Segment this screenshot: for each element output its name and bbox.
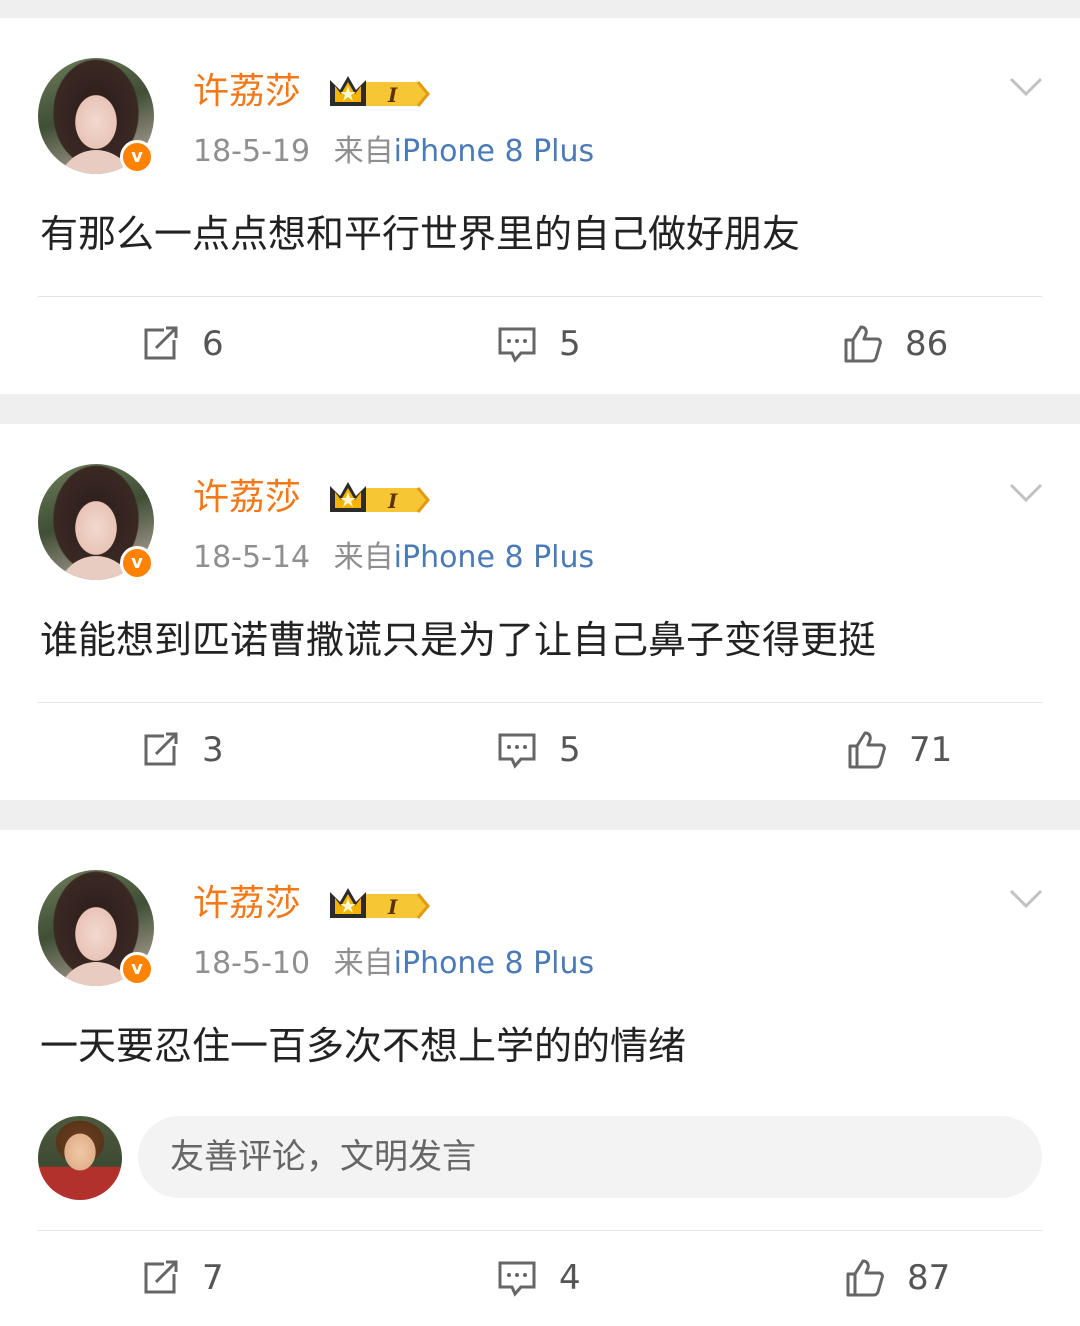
crown-level-icon[interactable]: I <box>326 72 430 112</box>
post-text[interactable]: 谁能想到匹诺曹撒谎只是为了让自己鼻子变得更挺 <box>40 616 876 664</box>
post-card: v 许荔莎 I 18-5-10 来自iPhone 8 Plus 一天要忍住一百多… <box>0 830 1080 1326</box>
verified-badge-icon: v <box>120 952 154 986</box>
repost-icon <box>144 732 178 766</box>
device-link[interactable]: iPhone 8 Plus <box>394 134 595 169</box>
chevron-down-icon[interactable] <box>1008 886 1044 910</box>
comment-icon <box>498 1261 536 1297</box>
post-meta: 18-5-14 来自iPhone 8 Plus <box>193 540 594 576</box>
comment-input[interactable]: 友善评论，文明发言 <box>138 1116 1042 1198</box>
crown-level-text: I <box>387 83 398 107</box>
source-prefix: 来自 <box>333 946 394 981</box>
thumbs-up-icon <box>846 1259 884 1297</box>
like-button[interactable]: 87 <box>845 1258 950 1298</box>
source-prefix: 来自 <box>333 540 394 575</box>
post-text[interactable]: 一天要忍住一百多次不想上学的的情绪 <box>40 1022 686 1070</box>
like-button[interactable]: 71 <box>847 730 952 770</box>
chevron-down-icon[interactable] <box>1008 480 1044 504</box>
comment-button[interactable]: 5 <box>497 324 581 364</box>
post-meta: 18-5-19 来自iPhone 8 Plus <box>193 134 594 170</box>
post-card: v 许荔莎 I 18-5-19 来自iPhone 8 Plus 有那么一点点想和… <box>0 18 1080 394</box>
repost-count: 7 <box>202 1258 224 1298</box>
chevron-down-icon[interactable] <box>1008 74 1044 98</box>
repost-count: 6 <box>202 324 224 364</box>
comment-button[interactable]: 4 <box>497 1258 581 1298</box>
username[interactable]: 许荔莎 <box>193 70 301 114</box>
comment-count: 4 <box>559 1258 581 1298</box>
username[interactable]: 许荔莎 <box>193 476 301 520</box>
crown-level-text: I <box>387 489 398 513</box>
post-card: v 许荔莎 I 18-5-14 来自iPhone 8 Plus 谁能想到匹诺曹撒… <box>0 424 1080 800</box>
comment-button[interactable]: 5 <box>497 730 581 770</box>
device-link[interactable]: iPhone 8 Plus <box>394 946 595 981</box>
post-meta: 18-5-10 来自iPhone 8 Plus <box>193 946 594 982</box>
thumbs-up-icon <box>848 731 886 769</box>
divider <box>38 702 1042 703</box>
source-prefix: 来自 <box>333 134 394 169</box>
crown-level-icon[interactable]: I <box>326 478 430 518</box>
repost-icon <box>144 1260 178 1294</box>
repost-button[interactable]: 6 <box>140 324 224 364</box>
device-link[interactable]: iPhone 8 Plus <box>394 540 595 575</box>
verified-badge-icon: v <box>120 546 154 580</box>
like-count: 86 <box>905 324 949 364</box>
username[interactable]: 许荔莎 <box>193 882 301 926</box>
repost-icon <box>144 326 178 360</box>
thumbs-up-icon <box>844 325 882 363</box>
like-count: 71 <box>909 730 953 770</box>
post-date: 18-5-19 <box>193 134 311 169</box>
current-user-avatar <box>38 1116 122 1200</box>
comment-count: 5 <box>559 730 581 770</box>
verified-badge-icon: v <box>120 140 154 174</box>
comment-icon <box>498 733 536 769</box>
repost-button[interactable]: 3 <box>140 730 224 770</box>
post-date: 18-5-10 <box>193 946 311 981</box>
post-text[interactable]: 有那么一点点想和平行世界里的自己做好朋友 <box>40 210 800 258</box>
comment-count: 5 <box>559 324 581 364</box>
divider <box>38 296 1042 297</box>
divider <box>38 1230 1042 1231</box>
crown-level-text: I <box>387 895 398 919</box>
repost-count: 3 <box>202 730 224 770</box>
post-date: 18-5-14 <box>193 540 311 575</box>
comment-icon <box>498 327 536 363</box>
repost-button[interactable]: 7 <box>140 1258 224 1298</box>
like-button[interactable]: 86 <box>843 324 948 364</box>
like-count: 87 <box>907 1258 951 1298</box>
crown-level-icon[interactable]: I <box>326 884 430 924</box>
